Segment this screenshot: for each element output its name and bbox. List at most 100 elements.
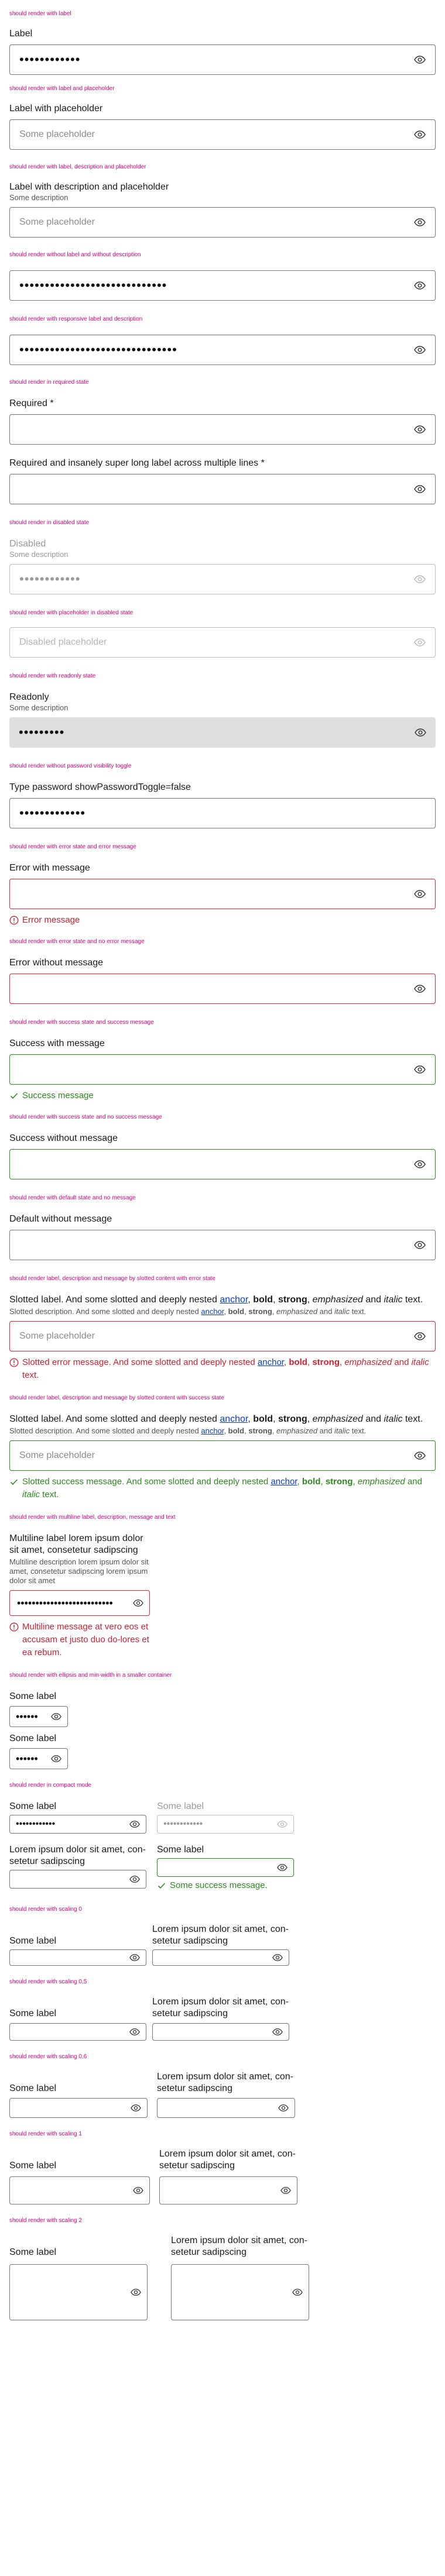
password-input[interactable]: [9, 1949, 146, 1966]
slotted-anchor-link[interactable]: anchor: [220, 1295, 248, 1305]
eye-icon[interactable]: [277, 1863, 287, 1872]
password-input-success[interactable]: Some placeholder: [9, 1440, 436, 1471]
eye-icon[interactable]: [414, 1452, 426, 1460]
section-ellipsis: should render with ellipsis and min-widt…: [9, 1672, 436, 1769]
eye-icon[interactable]: [414, 985, 426, 993]
text-end: text.: [22, 1370, 39, 1380]
password-input[interactable]: [9, 2098, 148, 2118]
field-label: Default without message: [9, 1214, 112, 1224]
slotted-anchor-link[interactable]: anchor: [201, 1307, 224, 1316]
password-value: ••••••••••••: [19, 54, 81, 66]
exclamation-circle-icon: [9, 1622, 19, 1632]
section-caption: should render with success state and suc…: [9, 1019, 154, 1026]
password-input[interactable]: •••••••••••••: [9, 798, 436, 828]
password-input-success[interactable]: [157, 1858, 294, 1877]
password-input[interactable]: [9, 1230, 436, 1260]
placeholder-text: Some placeholder: [19, 1331, 95, 1341]
password-input[interactable]: Some placeholder: [9, 119, 436, 150]
password-input-success[interactable]: [9, 1054, 436, 1085]
eye-icon[interactable]: [414, 1065, 426, 1074]
section-caption: should render with responsive label and …: [9, 316, 143, 322]
scaling-row: Some label Lorem ipsum dolor sit amet, c…: [9, 2148, 436, 2204]
section-scaling-06: should render with scaling 0.6 Some labe…: [9, 2054, 436, 2118]
password-input[interactable]: [9, 474, 436, 504]
slotted-anchor-link[interactable]: anchor: [220, 1414, 248, 1424]
password-input[interactable]: [9, 1870, 146, 1889]
scaling-row: Some label Lorem ipsum dolor sit amet, c…: [9, 2235, 436, 2320]
eye-icon[interactable]: [133, 2186, 143, 2195]
password-input-readonly[interactable]: •••••••••: [9, 717, 436, 748]
password-input[interactable]: [171, 2264, 309, 2320]
eye-icon[interactable]: [133, 1599, 143, 1607]
eye-icon[interactable]: [414, 1241, 426, 1249]
eye-icon[interactable]: [280, 2186, 291, 2195]
eye-icon[interactable]: [272, 1954, 283, 1962]
eye-icon[interactable]: [414, 218, 426, 226]
section-disabled-placeholder: should render with placeholder in disabl…: [9, 610, 436, 658]
field-label: Some label: [9, 1936, 57, 1946]
password-input-success[interactable]: [9, 1149, 436, 1179]
password-input[interactable]: [9, 2264, 148, 2320]
eye-icon[interactable]: [414, 56, 426, 64]
eye-icon[interactable]: [292, 2288, 303, 2296]
password-input[interactable]: [9, 2023, 146, 2041]
field-label: Multiline label lorem ipsum dolor sit am…: [9, 1533, 143, 1555]
password-input-error[interactable]: [9, 879, 436, 909]
comma: ,: [224, 1426, 228, 1435]
eye-icon[interactable]: [414, 425, 426, 434]
password-input[interactable]: ••••••••••••: [9, 44, 436, 75]
error-message-text: Error message: [22, 915, 80, 925]
eye-icon[interactable]: [415, 728, 426, 737]
eye-icon[interactable]: [51, 1755, 61, 1763]
section-caption: should render with placeholder in disabl…: [9, 610, 134, 616]
and-text: and: [392, 1357, 412, 1367]
password-input[interactable]: [157, 2098, 295, 2118]
eye-icon[interactable]: [414, 346, 426, 354]
password-input[interactable]: Some placeholder: [9, 207, 436, 238]
bold-text: bold: [228, 1307, 245, 1316]
slotted-error-text: Slotted error message. And some slotted …: [22, 1357, 258, 1367]
eye-icon[interactable]: [414, 1332, 426, 1340]
password-input[interactable]: •••••••••••••••••••••••••••••: [9, 270, 436, 301]
password-input[interactable]: [9, 2176, 150, 2204]
password-input-error[interactable]: [9, 974, 436, 1004]
password-input-error[interactable]: ••••••••••••••••••••••••••: [9, 1590, 150, 1616]
password-input[interactable]: [152, 2023, 289, 2041]
eye-icon[interactable]: [129, 1875, 140, 1883]
eye-icon[interactable]: [414, 1160, 426, 1168]
eye-icon[interactable]: [129, 2028, 140, 2036]
eye-icon[interactable]: [131, 2104, 141, 2112]
password-input[interactable]: [9, 414, 436, 445]
scaling-col: Some label: [9, 2160, 150, 2204]
section-caption: should render with scaling 0: [9, 1906, 82, 1913]
eye-icon[interactable]: [414, 130, 426, 139]
section-scaling-2: should render with scaling 2 Some label …: [9, 2217, 436, 2320]
eye-icon[interactable]: [51, 1712, 61, 1721]
password-input[interactable]: [152, 1949, 289, 1966]
section-caption: should render with scaling 0.5: [9, 1979, 87, 1985]
password-input[interactable]: •••••••••••••••••••••••••••••••: [9, 335, 436, 365]
password-input[interactable]: [159, 2176, 297, 2204]
slotted-anchor-link[interactable]: anchor: [201, 1426, 224, 1435]
eye-icon[interactable]: [131, 2288, 141, 2296]
eye-icon[interactable]: [414, 890, 426, 898]
eye-icon[interactable]: [129, 1954, 140, 1962]
eye-icon[interactable]: [278, 2104, 289, 2112]
password-input[interactable]: ••••••••••••: [9, 1815, 146, 1834]
slotted-anchor-link[interactable]: anchor: [258, 1357, 284, 1367]
section-caption: should render with label, description an…: [9, 164, 146, 170]
password-input[interactable]: ••••••: [9, 1706, 68, 1727]
section-success-no-message: should render with success state and no …: [9, 1114, 436, 1179]
eye-icon[interactable]: [129, 1820, 140, 1828]
eye-icon: [277, 1820, 287, 1828]
eye-icon[interactable]: [272, 2028, 283, 2036]
section-multiline: should render with multiline label, desc…: [9, 1514, 436, 1659]
slotted-anchor-link[interactable]: anchor: [271, 1477, 297, 1487]
eye-icon[interactable]: [414, 485, 426, 493]
eye-icon[interactable]: [414, 281, 426, 290]
password-input-error[interactable]: Some placeholder: [9, 1321, 436, 1351]
strong-text: strong: [278, 1295, 307, 1305]
success-message-text: Success message: [22, 1091, 94, 1100]
password-input[interactable]: ••••••: [9, 1748, 68, 1769]
scaling-col: Lorem ipsum dolor sit amet, con-setetur …: [159, 2148, 297, 2204]
